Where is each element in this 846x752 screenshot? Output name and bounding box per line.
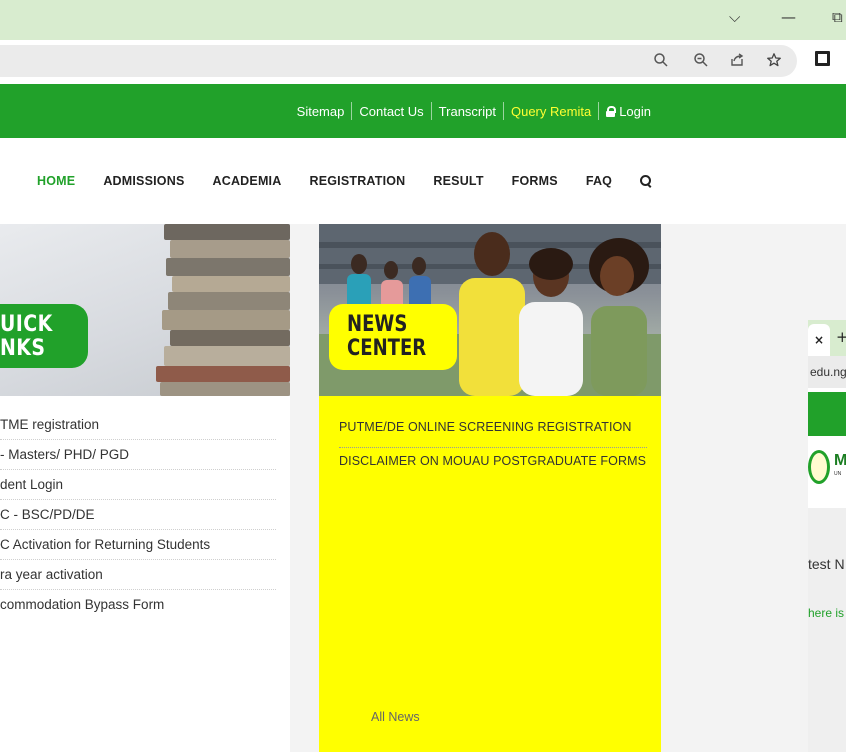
nav-registration[interactable]: REGISTRATION — [309, 174, 405, 188]
contact-us-link[interactable]: Contact Us — [351, 102, 430, 120]
search-icon[interactable] — [652, 52, 670, 70]
chevron-down-icon[interactable]: ⌵ — [729, 8, 740, 26]
mini-tabbar: × + — [808, 320, 846, 356]
search-icon[interactable] — [640, 175, 652, 187]
nav-home[interactable]: HOME — [37, 174, 75, 188]
news-item[interactable]: PUTME/DE ONLINE SCREENING REGISTRATION — [339, 414, 647, 448]
nav-admissions[interactable]: ADMISSIONS — [103, 174, 184, 188]
main-navigation: HOME ADMISSIONS ACADEMIA REGISTRATION RE… — [0, 138, 846, 224]
news-tag-line1: NEWS — [347, 312, 408, 337]
mini-logo[interactable]: M UN — [808, 442, 846, 498]
restore-icon[interactable]: ⧉ — [832, 8, 843, 26]
quick-links-panel: UICK NKS TME registration - Masters/ PHD… — [0, 224, 290, 752]
sitemap-link[interactable]: Sitemap — [290, 102, 352, 120]
mini-latest-heading: test N — [808, 556, 845, 572]
books-illustration — [150, 224, 290, 396]
mini-logo-letter: M — [834, 452, 846, 469]
transcript-link[interactable]: Transcript — [430, 102, 503, 120]
top-links: Sitemap Contact Us Transcript Query Remi… — [290, 84, 658, 138]
zoom-out-icon[interactable] — [692, 52, 710, 70]
browser-titlebar: ⌵ — ⧉ — [0, 0, 846, 40]
news-tag-line2: CENTER — [347, 336, 427, 361]
quick-link-item[interactable]: commodation Bypass Form — [0, 590, 276, 620]
quick-links-tag-line1: UICK — [0, 312, 53, 337]
nav-forms[interactable]: FORMS — [512, 174, 558, 188]
mini-address-bar[interactable]: edu.ng — [808, 356, 846, 388]
new-tab-icon[interactable]: + — [836, 328, 846, 346]
quick-link-item[interactable]: C - BSC/PD/DE — [0, 500, 276, 530]
quick-links-tag-line2: NKS — [0, 336, 46, 361]
site-topbar: Sitemap Contact Us Transcript Query Remi… — [0, 84, 846, 138]
share-icon[interactable] — [728, 52, 746, 70]
news-center-tag: NEWS CENTER — [329, 304, 457, 370]
news-photo: NEWS CENTER — [319, 224, 661, 396]
nav-result[interactable]: RESULT — [433, 174, 483, 188]
news-item-link[interactable]: DISCLAIMER ON MOUAU POSTGRADUATE FORMS — [339, 454, 646, 468]
quick-link-item[interactable]: ra year activation — [0, 560, 276, 590]
login-link[interactable]: Login — [598, 102, 658, 120]
quick-link-item[interactable]: dent Login — [0, 470, 276, 500]
nav-academia[interactable]: ACADEMIA — [213, 174, 282, 188]
address-bar[interactable] — [0, 45, 797, 77]
all-news-link[interactable]: All News — [371, 710, 420, 724]
nav-faq[interactable]: FAQ — [586, 174, 612, 188]
mini-tab-close-icon[interactable]: × — [808, 324, 830, 356]
news-center-panel: NEWS CENTER PUTME/DE ONLINE SCREENING RE… — [319, 224, 661, 752]
mini-content-area — [808, 508, 846, 752]
star-icon[interactable] — [765, 52, 783, 70]
quick-links-banner: UICK NKS — [0, 224, 290, 396]
mini-logo-sub: UN — [834, 471, 842, 477]
quick-links-tag: UICK NKS — [0, 304, 88, 368]
university-seal-icon — [808, 450, 830, 484]
sidebar-icon[interactable] — [815, 51, 830, 66]
mini-there-link[interactable]: here is — [808, 606, 844, 620]
quick-link-item[interactable]: - Masters/ PHD/ PGD — [0, 440, 276, 470]
lock-icon — [606, 105, 617, 117]
news-list: PUTME/DE ONLINE SCREENING REGISTRATION D… — [339, 414, 647, 482]
quick-link-item[interactable]: C Activation for Returning Students — [0, 530, 276, 560]
query-remita-link[interactable]: Query Remita — [502, 102, 598, 120]
quick-links-list: TME registration - Masters/ PHD/ PGD den… — [0, 410, 276, 620]
quick-link-item[interactable]: TME registration — [0, 410, 276, 440]
mini-green-bar — [808, 392, 846, 436]
news-item-link[interactable]: PUTME/DE ONLINE SCREENING REGISTRATION — [339, 420, 632, 434]
minimize-icon[interactable]: — — [781, 8, 796, 26]
news-item[interactable]: DISCLAIMER ON MOUAU POSTGRADUATE FORMS — [339, 448, 647, 482]
overlapping-window: × + edu.ng M UN test N here is — [808, 320, 846, 752]
browser-toolbar — [0, 40, 846, 82]
login-label: Login — [619, 103, 651, 119]
